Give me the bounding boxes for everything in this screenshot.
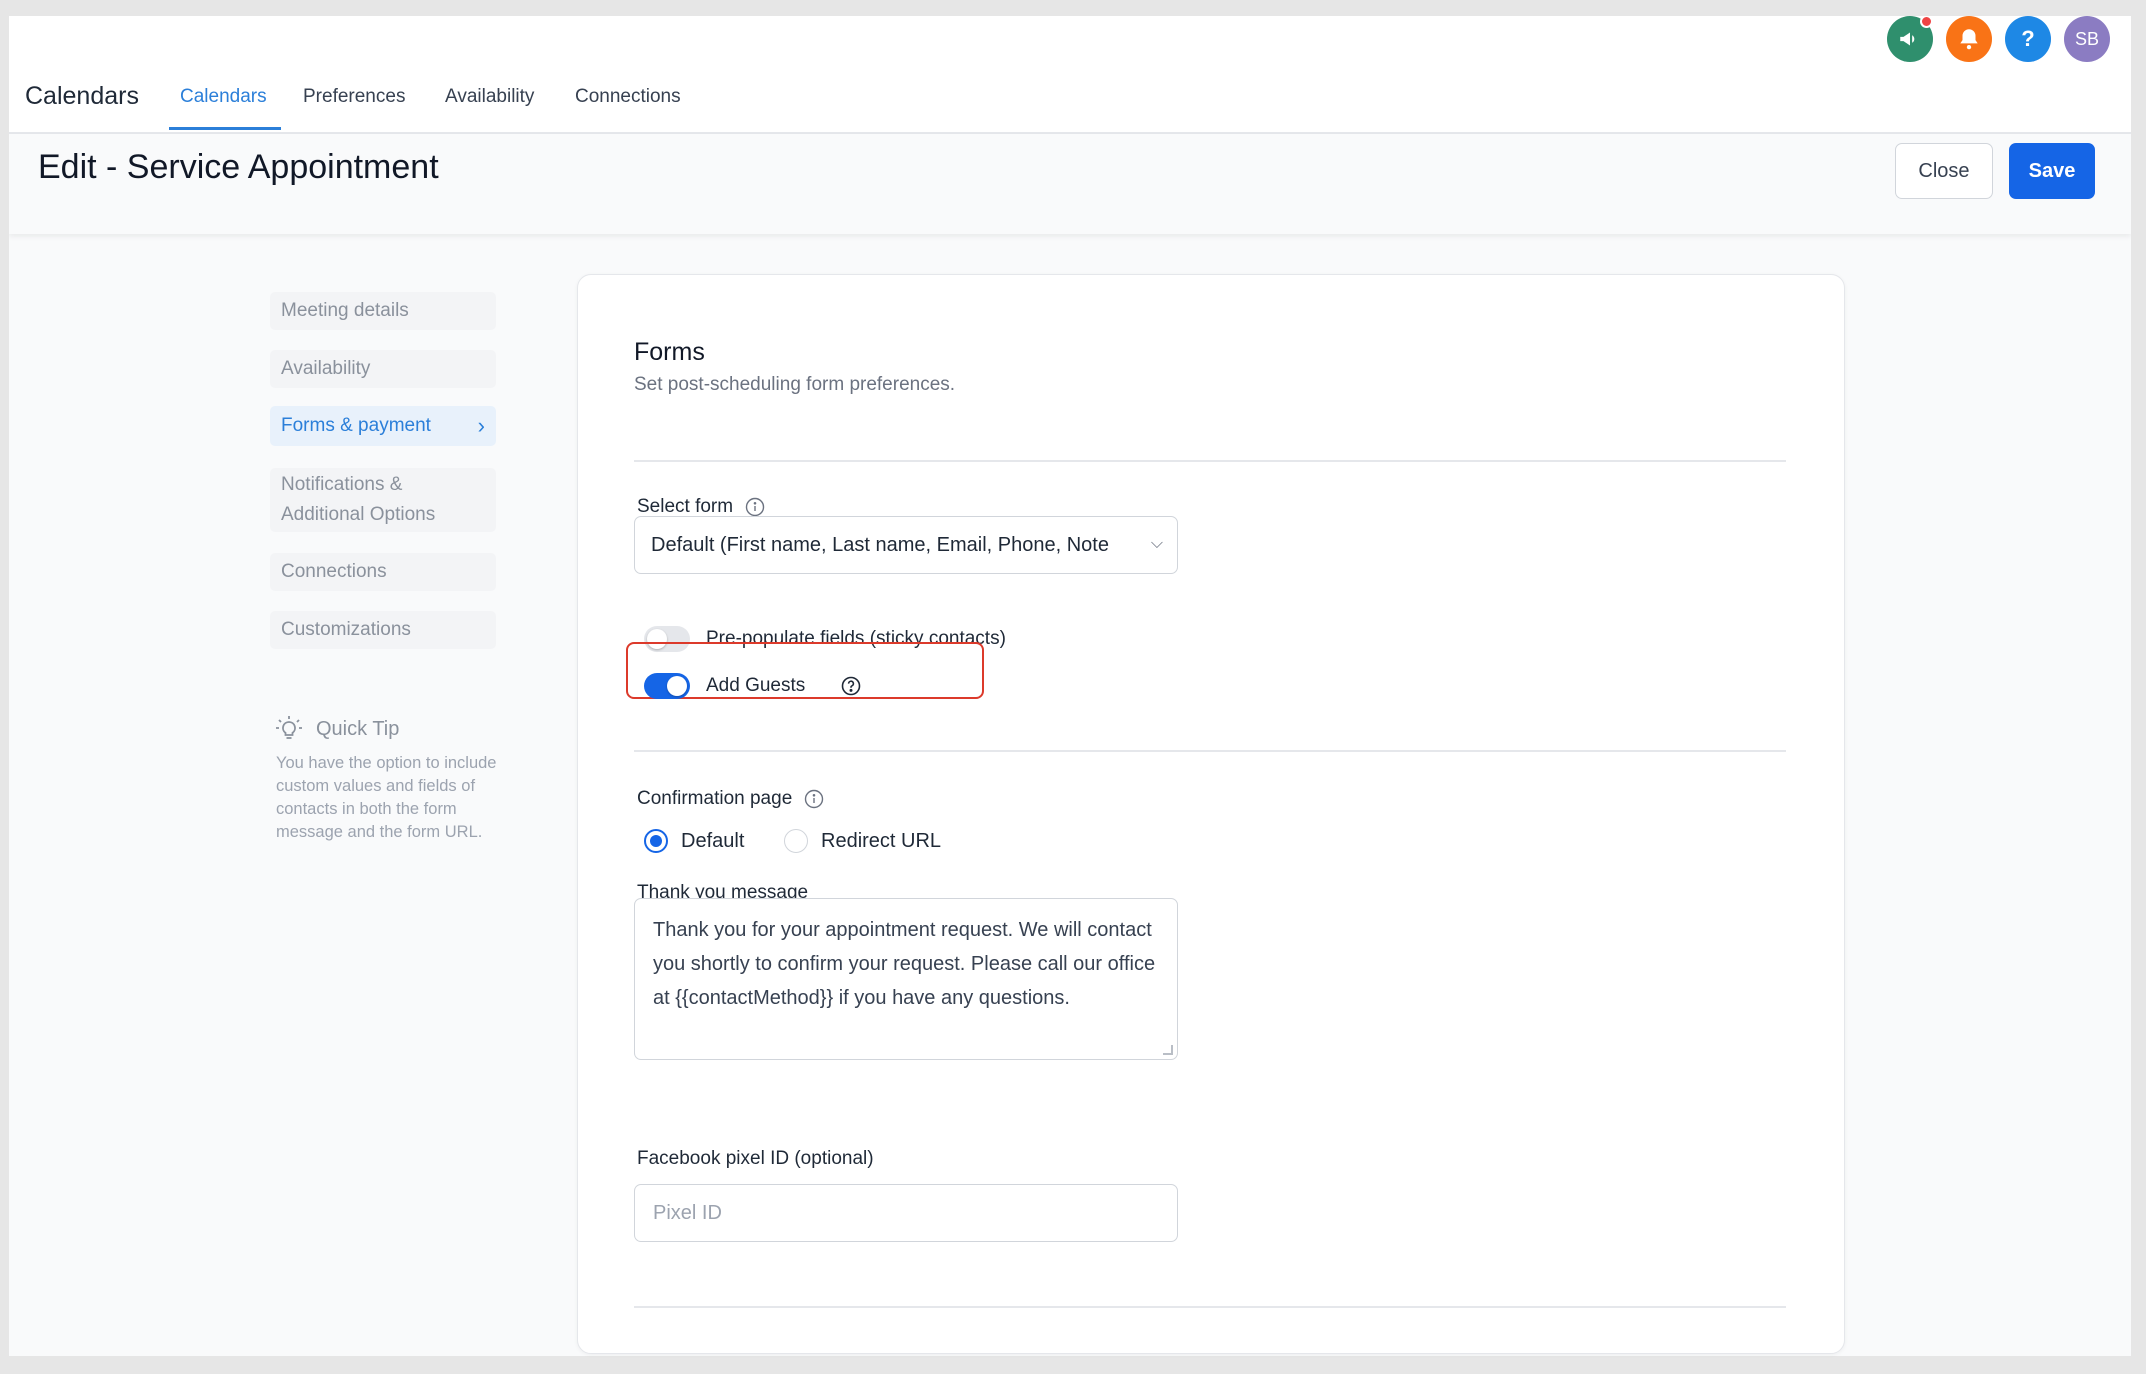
quick-tip-text: You have the option to include custom va… bbox=[276, 754, 497, 841]
tab-calendars[interactable]: Calendars bbox=[180, 86, 267, 108]
chevron-down-icon: ⌵ bbox=[1150, 535, 1163, 552]
toggle-knob bbox=[667, 676, 687, 696]
radio-redirect-url-label: Redirect URL bbox=[821, 830, 942, 852]
sidebar-item-connections[interactable]: Connections bbox=[270, 553, 496, 591]
pixel-id-label-text: Facebook pixel ID (optional) bbox=[637, 1148, 874, 1169]
megaphone-icon bbox=[1900, 32, 1915, 46]
sidebar-item-label: Availability bbox=[281, 358, 371, 379]
active-tab-indicator bbox=[169, 127, 281, 130]
divider bbox=[634, 460, 1786, 462]
question-circle-icon[interactable] bbox=[841, 676, 861, 696]
select-form-label: Select form bbox=[637, 496, 765, 518]
divider bbox=[634, 1306, 1786, 1308]
resize-handle[interactable] bbox=[1163, 1045, 1173, 1055]
quick-tip-title: Quick Tip bbox=[316, 717, 400, 740]
user-avatar[interactable]: SB bbox=[2064, 16, 2110, 62]
sidebar-item-label: Customizations bbox=[281, 619, 411, 640]
add-guests-label: Add Guests bbox=[706, 675, 806, 696]
sidebar-item-label: Forms & payment bbox=[281, 415, 431, 436]
notifications-button[interactable] bbox=[1946, 16, 1992, 62]
save-button[interactable]: Save bbox=[2009, 143, 2095, 199]
announcement-badge bbox=[1920, 16, 1933, 28]
pixel-id-label: Facebook pixel ID (optional) bbox=[637, 1148, 874, 1170]
help-icon: ? bbox=[2021, 26, 2035, 51]
sidebar-item-meeting-details[interactable]: Meeting details bbox=[270, 292, 496, 330]
app-brand: Calendars bbox=[25, 82, 139, 110]
sidebar-item-label: Meeting details bbox=[281, 300, 409, 321]
page-title: Edit - Service Appointment bbox=[38, 148, 439, 186]
sidebar-item-label: Notifications & Additional Options bbox=[281, 474, 436, 525]
sidebar-item-forms-payment[interactable]: Forms & payment › bbox=[270, 406, 496, 446]
thank-you-message-textarea[interactable]: Thank you for your appointment request. … bbox=[634, 898, 1178, 1060]
help-button[interactable]: ? bbox=[2005, 16, 2051, 62]
quick-tip-header: Quick Tip bbox=[274, 714, 399, 744]
sidebar-item-notifications[interactable]: Notifications & Additional Options bbox=[270, 468, 496, 532]
section-title: Forms bbox=[634, 338, 705, 366]
radio-redirect-url[interactable] bbox=[784, 829, 808, 853]
select-form-value: Default (First name, Last name, Email, P… bbox=[651, 533, 1109, 556]
sidebar-item-label: Connections bbox=[281, 561, 387, 582]
announcement-button[interactable] bbox=[1887, 16, 1933, 62]
confirmation-page-label-text: Confirmation page bbox=[637, 788, 793, 809]
close-button[interactable]: Close bbox=[1895, 143, 1993, 199]
chevron-right-icon: › bbox=[477, 413, 485, 438]
lightbulb-icon bbox=[276, 716, 302, 739]
pixel-id-input[interactable] bbox=[634, 1184, 1178, 1242]
top-navigation: Calendars Calendars Preferences Availabi… bbox=[9, 16, 2131, 134]
divider bbox=[634, 750, 1786, 752]
bell-icon bbox=[1960, 29, 1978, 50]
select-form-label-text: Select form bbox=[637, 496, 734, 517]
info-icon[interactable] bbox=[745, 497, 765, 517]
add-guests-toggle[interactable] bbox=[644, 673, 690, 699]
tab-availability[interactable]: Availability bbox=[445, 86, 534, 108]
radio-default-label: Default bbox=[681, 830, 745, 852]
info-icon[interactable] bbox=[804, 789, 824, 809]
radio-default[interactable] bbox=[644, 829, 668, 853]
select-form-dropdown[interactable]: Default (First name, Last name, Email, P… bbox=[634, 516, 1178, 574]
avatar-initials: SB bbox=[2074, 28, 2099, 49]
sidebar-item-availability[interactable]: Availability bbox=[270, 350, 496, 388]
section-subtitle: Set post-scheduling form preferences. bbox=[634, 374, 956, 395]
thank-you-message-text: Thank you for your appointment request. … bbox=[653, 919, 1156, 1009]
tab-connections[interactable]: Connections bbox=[575, 86, 681, 108]
tab-preferences[interactable]: Preferences bbox=[303, 86, 405, 108]
confirmation-page-label: Confirmation page bbox=[637, 788, 824, 810]
sidebar-item-customizations[interactable]: Customizations bbox=[270, 611, 496, 649]
